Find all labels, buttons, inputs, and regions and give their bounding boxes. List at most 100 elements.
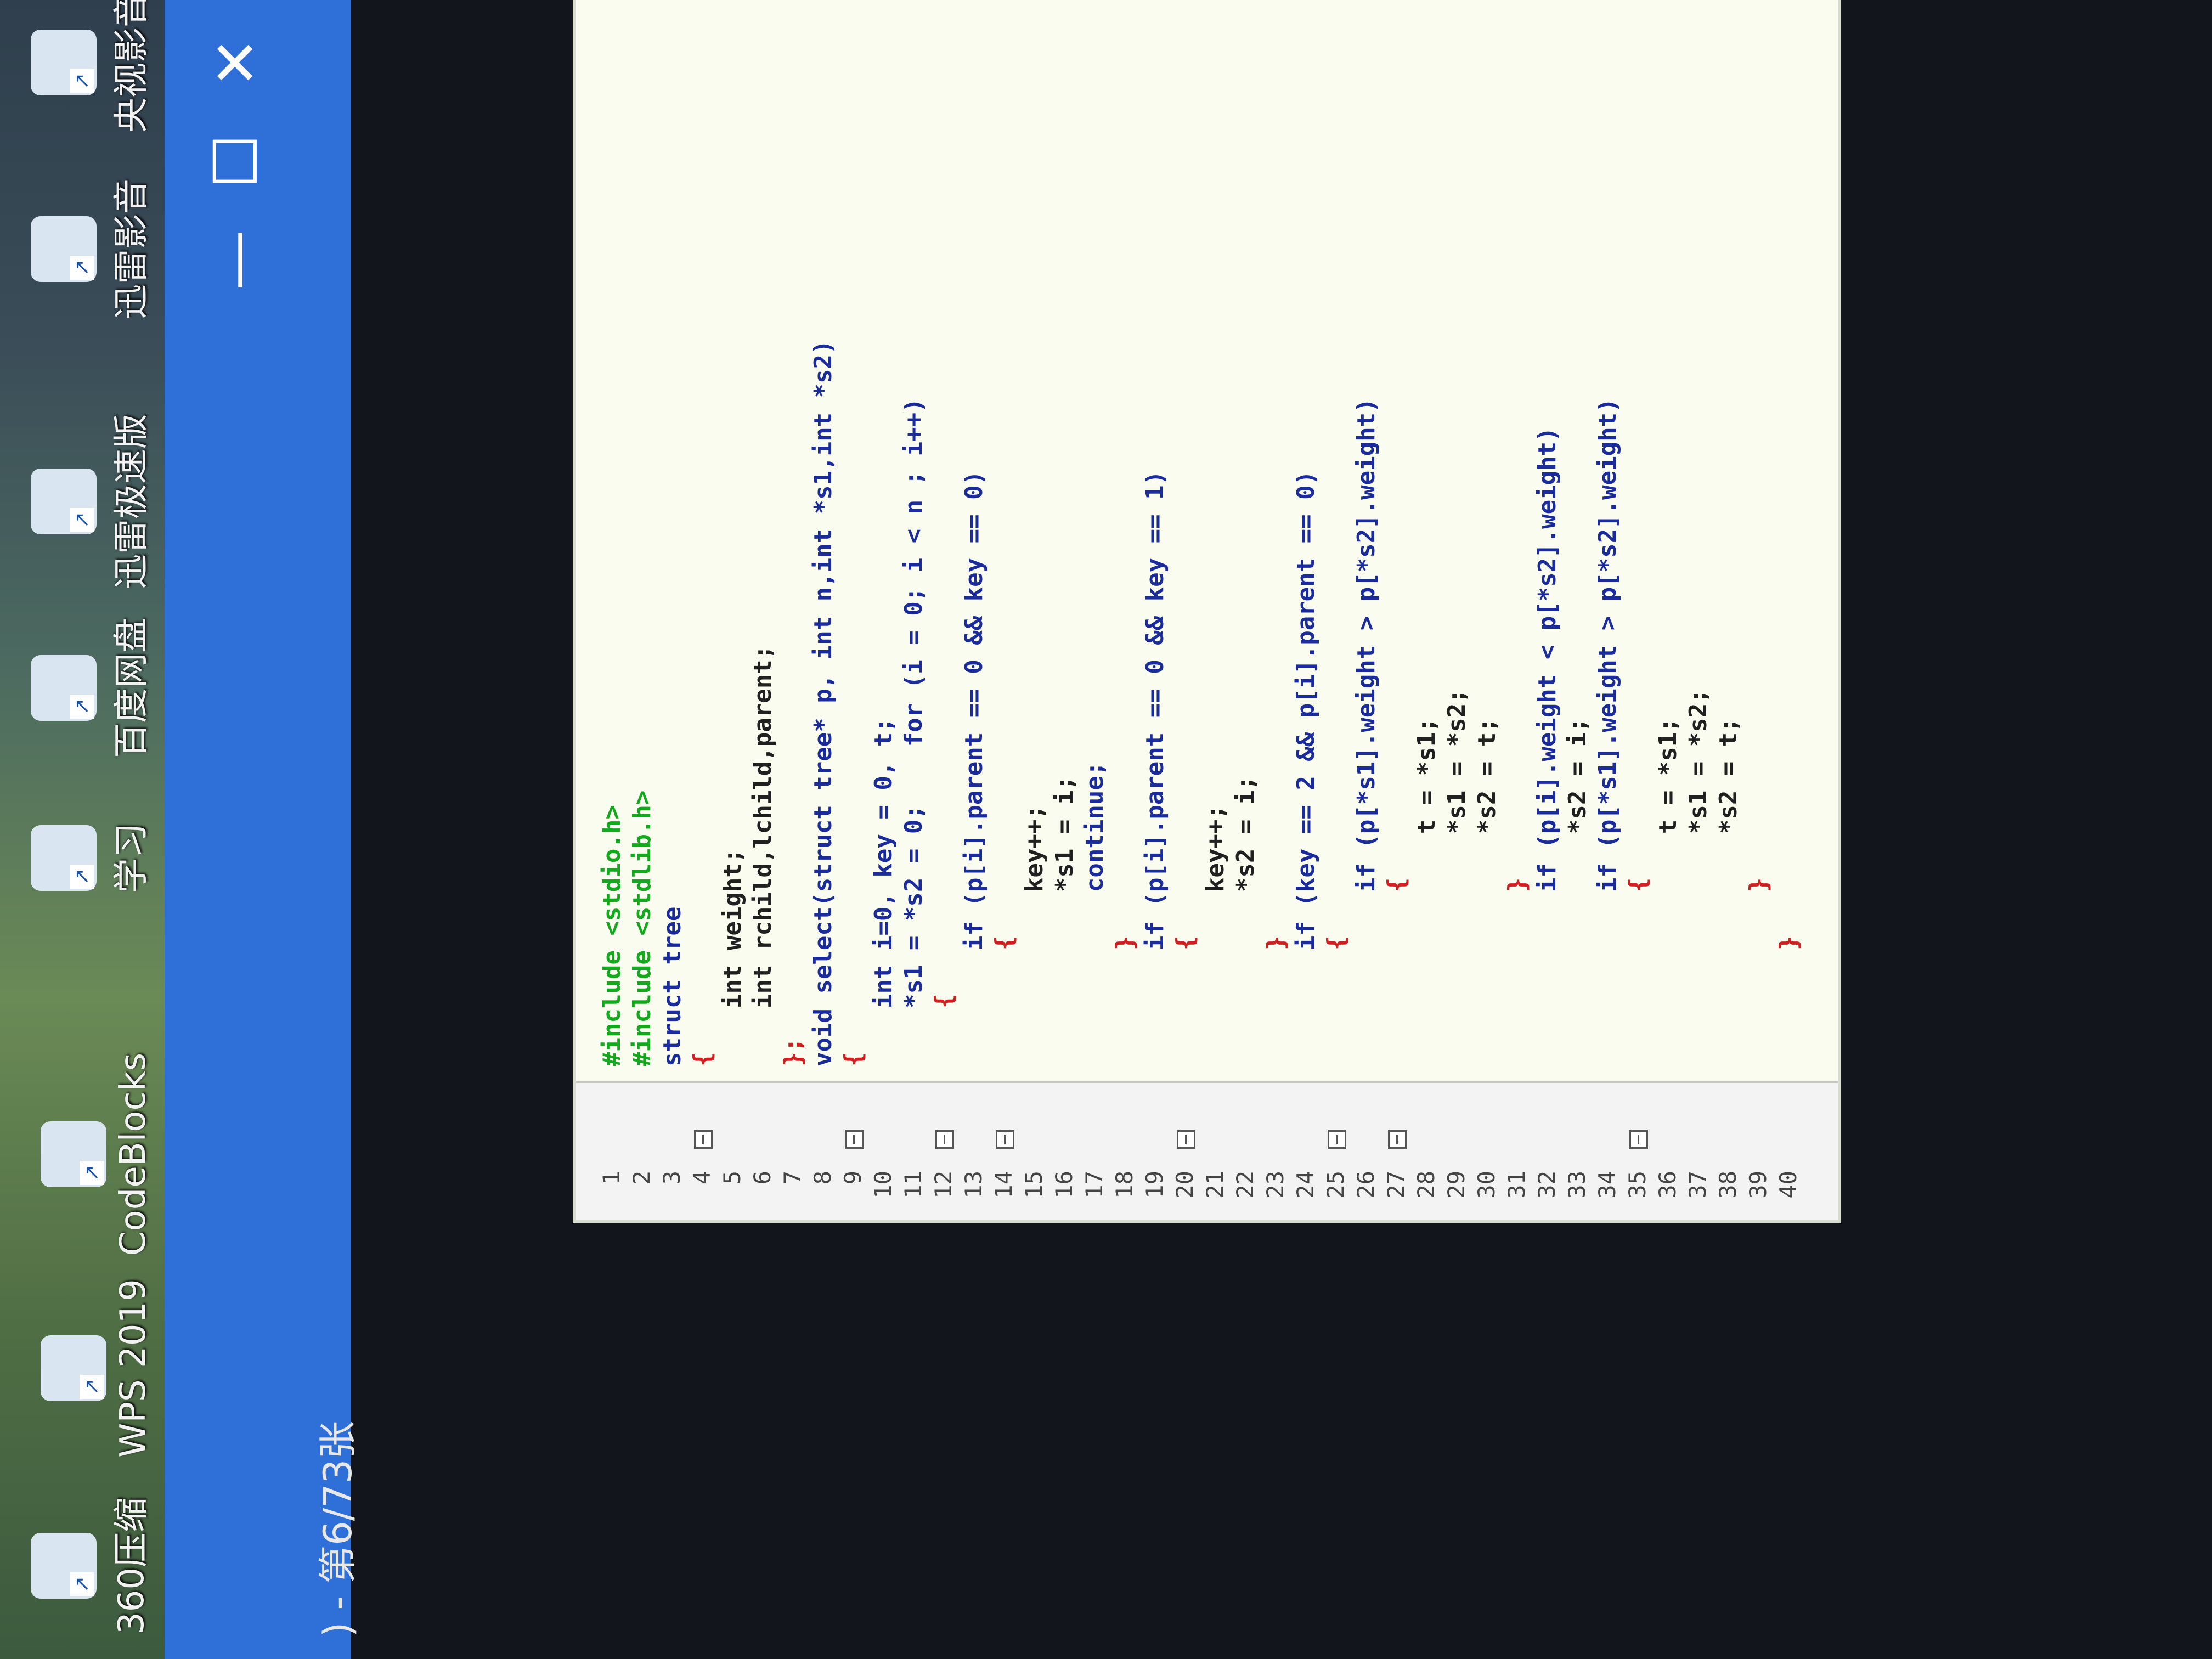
fold-toggle-icon[interactable] xyxy=(694,1130,713,1149)
desktop-icon-cctv-video[interactable]: 央视影音 xyxy=(11,0,154,134)
code-line: if (p[i].weight < p[*s2].weight) xyxy=(1533,427,1561,1066)
code-line: }; xyxy=(779,1037,807,1066)
desktop-icon-study-folder[interactable]: 学习 xyxy=(11,787,154,929)
code-line: if (p[i].parent == 0 && key == 0) xyxy=(960,470,988,1066)
line-number: 27 xyxy=(1383,1171,1409,1199)
desktop-icon-thunder-player[interactable]: 迅雷影音 xyxy=(11,178,154,320)
line-number: 29 xyxy=(1443,1171,1470,1199)
code-line: } xyxy=(1775,935,1803,1066)
code-line: *s1 = *s2; xyxy=(1443,689,1471,1066)
code-line: } xyxy=(1503,877,1531,1066)
line-number: 18 xyxy=(1111,1171,1138,1199)
line-number: 14 xyxy=(990,1171,1017,1199)
code-line: *s1 = *s2; xyxy=(1684,689,1712,1066)
line-number: 2 xyxy=(628,1171,655,1185)
line-number: 1 xyxy=(598,1171,625,1185)
line-number: 26 xyxy=(1352,1171,1379,1199)
line-number: 36 xyxy=(1654,1171,1681,1199)
code-line: #include <stdio.h> xyxy=(598,805,626,1066)
desktop-icon-label: 百度网盘 xyxy=(111,618,152,758)
line-number: 3 xyxy=(658,1171,685,1185)
folder-icon xyxy=(31,825,97,891)
code-line: { xyxy=(1322,935,1350,1066)
line-number: 13 xyxy=(960,1171,987,1199)
fold-toggle-icon[interactable] xyxy=(845,1130,864,1149)
desktop-icon-label: 迅雷影音 xyxy=(111,179,152,319)
line-number-gutter: 1 2 3 4 5 6 7 8 9 10 11 12 13 14 15 16 17 18 19 20 21 22 23 24 2… xyxy=(576,1081,1838,1220)
fold-toggle-icon[interactable] xyxy=(1177,1130,1195,1149)
thunder-app-icon xyxy=(31,469,97,534)
line-number: 17 xyxy=(1081,1171,1108,1199)
desktop-wallpaper: 360压缩 WPS 2019 CodeBlocks 学习 百度网盘 迅雷极速版 … xyxy=(0,0,165,1659)
line-number: 40 xyxy=(1775,1171,1802,1199)
desktop-icon-label: 央视影音 xyxy=(111,0,152,133)
line-number: 20 xyxy=(1171,1171,1198,1199)
minimize-button[interactable]: — xyxy=(187,211,285,309)
code-line: if (p[*s1].weight > p[*s2].weight) xyxy=(1594,398,1622,1066)
code-line: t = *s1; xyxy=(1654,718,1682,1066)
line-number: 30 xyxy=(1473,1171,1500,1199)
code-line: *s2 = i; xyxy=(1232,776,1260,1066)
line-number: 32 xyxy=(1533,1171,1560,1199)
line-number: 15 xyxy=(1020,1171,1047,1199)
code-line: #include <stdlib.h> xyxy=(628,790,656,1066)
line-number: 5 xyxy=(719,1171,746,1185)
line-number: 12 xyxy=(930,1171,957,1199)
image-page-counter: ) - 第6/73张 xyxy=(315,1420,360,1637)
desktop-icon-label: WPS 2019 xyxy=(113,1279,154,1458)
desktop-icon-360zip[interactable]: 360压缩 xyxy=(11,1494,154,1637)
code-line: { xyxy=(930,994,958,1066)
line-number: 38 xyxy=(1714,1171,1741,1199)
line-number: 10 xyxy=(870,1171,896,1199)
desktop-icon-thunder-speed[interactable]: 迅雷极速版 xyxy=(11,414,154,589)
line-number: 28 xyxy=(1413,1171,1440,1199)
line-number: 6 xyxy=(749,1171,776,1185)
tv-app-icon xyxy=(31,30,97,95)
code-line: continue; xyxy=(1081,761,1109,1066)
code-line: int rchild,lchild,parent; xyxy=(749,645,777,1066)
code-line: *s2 = i; xyxy=(1564,718,1592,1066)
line-number: 19 xyxy=(1141,1171,1168,1199)
line-number: 24 xyxy=(1292,1171,1319,1199)
line-number: 22 xyxy=(1232,1171,1259,1199)
line-number: 34 xyxy=(1594,1171,1621,1199)
line-number: 11 xyxy=(900,1171,927,1199)
wps-app-icon xyxy=(41,1335,106,1401)
code-line: *s2 = t; xyxy=(1473,718,1501,1066)
maximize-button[interactable]: ☐ xyxy=(187,112,285,211)
code-line: { xyxy=(689,1052,716,1067)
close-button[interactable]: ✕ xyxy=(187,13,285,112)
code-line: } xyxy=(1111,935,1139,1066)
video-player-icon xyxy=(31,216,97,282)
desktop-icon-baidu-netdisk[interactable]: 百度网盘 xyxy=(11,617,154,759)
desktop-icon-codeblocks[interactable]: CodeBlocks xyxy=(11,1053,154,1256)
fold-toggle-icon[interactable] xyxy=(935,1130,954,1149)
code-line: *s1 = i; xyxy=(1051,776,1079,1066)
line-number: 7 xyxy=(779,1171,806,1185)
code-screenshot-image: 1 2 3 4 5 6 7 8 9 10 11 12 13 14 15 16 17 18 19 20 21 22 23 24 2… xyxy=(576,0,1838,1220)
fold-toggle-icon[interactable] xyxy=(996,1130,1014,1149)
fold-toggle-icon[interactable] xyxy=(1629,1130,1648,1149)
code-line: { xyxy=(839,1052,867,1067)
line-number: 21 xyxy=(1201,1171,1228,1199)
code-line: if (p[*s1].weight > p[*s2].weight) xyxy=(1352,398,1380,1066)
code-line: if (p[i].parent == 0 && key == 1) xyxy=(1141,470,1169,1066)
fold-toggle-icon[interactable] xyxy=(1388,1130,1407,1149)
line-number: 31 xyxy=(1503,1171,1530,1199)
code-line: { xyxy=(1171,935,1199,1066)
desktop-icon-wps[interactable]: WPS 2019 xyxy=(11,1279,154,1458)
code-line: *s2 = t; xyxy=(1714,718,1742,1066)
desktop-icon-label: 360压缩 xyxy=(111,1497,152,1635)
code-line: } xyxy=(1262,935,1290,1066)
line-number: 8 xyxy=(809,1171,836,1185)
fold-toggle-icon[interactable] xyxy=(1328,1130,1346,1149)
code-line: if (key == 2 && p[i].parent == 0) xyxy=(1292,470,1320,1066)
desktop-icon-label: CodeBlocks xyxy=(113,1052,154,1256)
code-line: int i=0, key = 0, t; xyxy=(870,718,898,1066)
cloud-disk-icon xyxy=(31,655,97,721)
code-line: void select(struct tree* p, int n,int *s… xyxy=(809,340,837,1066)
line-number: 25 xyxy=(1322,1171,1349,1199)
code-line: { xyxy=(990,935,1018,1066)
line-number: 37 xyxy=(1684,1171,1711,1199)
code-line: key++; xyxy=(1201,805,1229,1066)
